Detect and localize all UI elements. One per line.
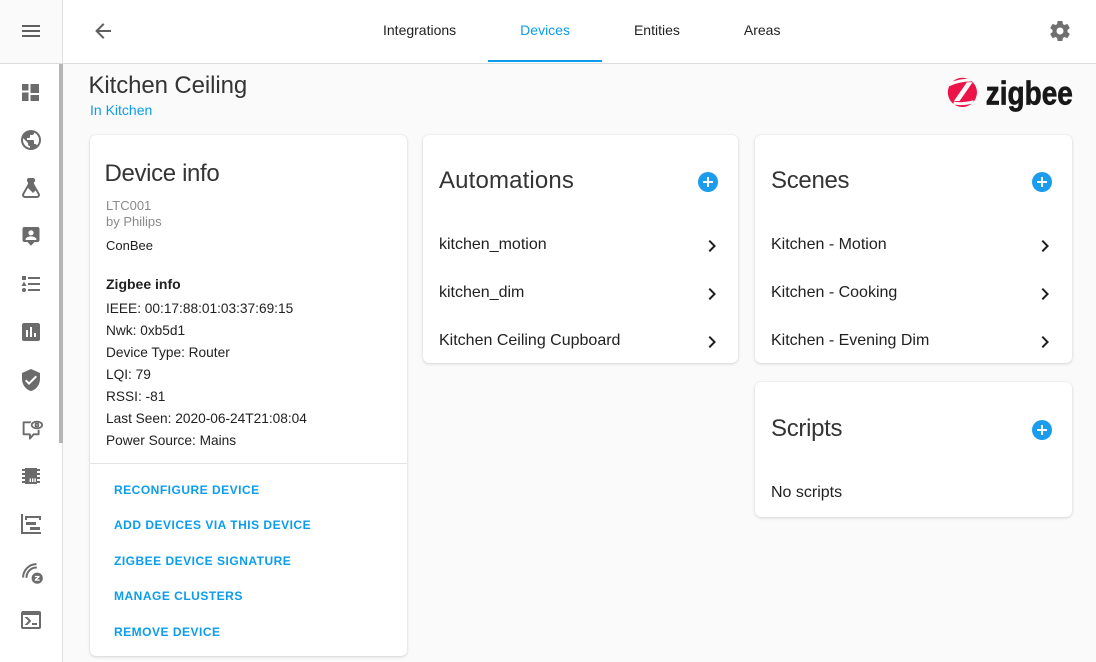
svg-text:zigbee: zigbee <box>986 74 1073 111</box>
